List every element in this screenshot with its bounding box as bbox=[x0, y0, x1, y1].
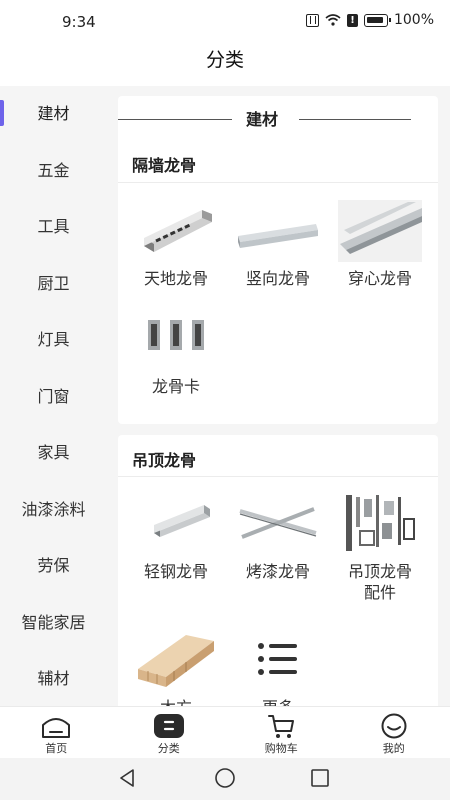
profile-icon bbox=[381, 713, 407, 739]
clip-image bbox=[148, 320, 204, 350]
carrying-rail-image bbox=[338, 200, 422, 262]
tab-label: 我的 bbox=[382, 742, 405, 755]
tab-home[interactable]: 首页 bbox=[0, 707, 113, 758]
sidebar-item-smart-home[interactable]: 智能家居 bbox=[0, 595, 107, 652]
product-label: 天地龙骨 bbox=[143, 269, 208, 288]
wifi-icon bbox=[325, 14, 341, 26]
product-label-line2: 配件 bbox=[363, 583, 396, 602]
sidebar-item-lighting[interactable]: 灯具 bbox=[0, 312, 107, 369]
section-title: 隔墙龙骨 bbox=[132, 156, 197, 175]
sidebar-item-label: 门窗 bbox=[37, 386, 70, 406]
channel-rail-image bbox=[144, 210, 212, 252]
sidebar-item-protection[interactable]: 劳保 bbox=[0, 538, 107, 595]
category-icon bbox=[153, 714, 184, 738]
sidebar-item-label: 建材 bbox=[37, 104, 70, 123]
sidebar-item-label: 劳保 bbox=[37, 556, 70, 575]
light-steel-rail-image bbox=[154, 505, 210, 537]
stud-rail-image bbox=[238, 224, 318, 248]
sidebar-item-kitchen-bath[interactable]: 厨卫 bbox=[0, 256, 107, 313]
product-label: 更多 bbox=[228, 697, 328, 706]
divider bbox=[118, 476, 438, 477]
sidebar-item-doors-windows[interactable]: 门窗 bbox=[0, 369, 107, 426]
system-nav-bar bbox=[0, 758, 450, 800]
section-title: 吊顶龙骨 bbox=[132, 451, 197, 470]
divider bbox=[118, 182, 438, 183]
tab-label: 分类 bbox=[157, 742, 180, 755]
product-label: 穿心龙骨 bbox=[347, 269, 412, 288]
product-tile-ceiling-accessories[interactable]: 吊顶龙骨 配件 bbox=[330, 493, 430, 603]
list-icon bbox=[258, 643, 297, 675]
product-tile-through-keel[interactable]: 穿心龙骨 bbox=[330, 200, 430, 289]
recents-icon[interactable] bbox=[310, 768, 330, 788]
section-partition-keel: 建材 隔墙龙骨 天地龙骨 竖向龙骨 穿心龙骨 龙骨卡 bbox=[118, 96, 438, 424]
product-tile-top-bottom-track[interactable]: 天地龙骨 bbox=[126, 200, 226, 289]
sidebar-item-hardware[interactable]: 五金 bbox=[0, 143, 107, 200]
timber-image bbox=[138, 635, 214, 687]
product-label: 烤漆龙骨 bbox=[245, 562, 310, 581]
product-tile-light-steel-keel[interactable]: 轻钢龙骨 bbox=[126, 493, 226, 582]
product-label: 吊顶龙骨 配件 bbox=[330, 561, 430, 603]
page-header: 分类 bbox=[0, 44, 450, 86]
product-tile-timber[interactable]: 木方 bbox=[126, 629, 226, 706]
sidebar-item-furniture[interactable]: 家具 bbox=[0, 425, 107, 482]
battery-icon bbox=[363, 13, 391, 27]
status-bar: 9:34 ! 100% bbox=[0, 0, 450, 44]
status-time: 9:34 bbox=[62, 13, 96, 31]
product-label-line1: 吊顶龙骨 bbox=[347, 562, 412, 581]
divider bbox=[299, 119, 411, 120]
category-sidebar[interactable]: 建材 五金 工具 厨卫 灯具 门窗 家具 油漆涂料 劳保 智能家居 辅材 bbox=[0, 86, 107, 706]
tab-cart[interactable]: 购物车 bbox=[225, 707, 338, 758]
sidebar-item-label: 智能家居 bbox=[21, 612, 86, 632]
sidebar-item-paint[interactable]: 油漆涂料 bbox=[0, 482, 107, 539]
category-title: 建材 bbox=[246, 110, 279, 129]
sidebar-item-building-materials[interactable]: 建材 bbox=[0, 86, 107, 143]
nfc-icon bbox=[305, 13, 319, 27]
sidebar-item-label: 油漆涂料 bbox=[21, 499, 86, 519]
painted-tee-rail-image bbox=[239, 507, 317, 539]
section-ceiling-keel: 吊顶龙骨 轻钢龙骨 烤漆龙骨 吊顶龙骨 配件 bbox=[118, 435, 438, 706]
product-tile-more[interactable]: 更多 bbox=[228, 629, 328, 706]
product-tile-vertical-stud[interactable]: 竖向龙骨 bbox=[228, 200, 328, 289]
back-icon[interactable] bbox=[118, 768, 138, 788]
home-icon bbox=[42, 718, 71, 738]
tab-category[interactable]: 分类 bbox=[113, 707, 226, 758]
category-content[interactable]: 建材 隔墙龙骨 天地龙骨 竖向龙骨 穿心龙骨 龙骨卡 吊顶龙骨 轻钢龙骨 烤漆龙… bbox=[107, 86, 450, 706]
tab-label: 首页 bbox=[45, 742, 68, 755]
status-icons: ! 100% bbox=[305, 12, 434, 28]
sidebar-item-label: 五金 bbox=[37, 160, 70, 180]
bottom-tab-bar: 首页 分类 购物车 我的 bbox=[0, 706, 450, 758]
battery-percent: 100% bbox=[393, 12, 434, 28]
sidebar-item-label: 家具 bbox=[37, 443, 70, 462]
category-heading: 建材 bbox=[118, 106, 438, 132]
ceiling-accessories-image bbox=[346, 495, 415, 551]
product-label: 龙骨卡 bbox=[151, 377, 200, 396]
sidebar-item-tools[interactable]: 工具 bbox=[0, 199, 107, 256]
sidebar-item-label: 灯具 bbox=[37, 330, 70, 349]
product-label: 轻钢龙骨 bbox=[143, 562, 208, 581]
product-tile-keel-clip[interactable]: 龙骨卡 bbox=[126, 308, 226, 397]
sidebar-item-label: 工具 bbox=[37, 217, 70, 236]
sidebar-item-label: 辅材 bbox=[37, 669, 70, 688]
divider bbox=[118, 119, 232, 120]
product-label: 木方 bbox=[126, 697, 226, 706]
product-label: 竖向龙骨 bbox=[245, 269, 310, 288]
home-circle-icon[interactable] bbox=[214, 768, 236, 790]
tab-profile[interactable]: 我的 bbox=[338, 707, 450, 758]
tab-label: 购物车 bbox=[264, 742, 298, 755]
sidebar-item-auxiliary[interactable]: 辅材 bbox=[0, 651, 107, 706]
sidebar-item-label: 厨卫 bbox=[37, 273, 70, 293]
alert-icon: ! bbox=[346, 13, 358, 27]
cart-icon bbox=[268, 715, 295, 738]
product-tile-painted-keel[interactable]: 烤漆龙骨 bbox=[228, 493, 328, 582]
page-title: 分类 bbox=[205, 49, 244, 71]
